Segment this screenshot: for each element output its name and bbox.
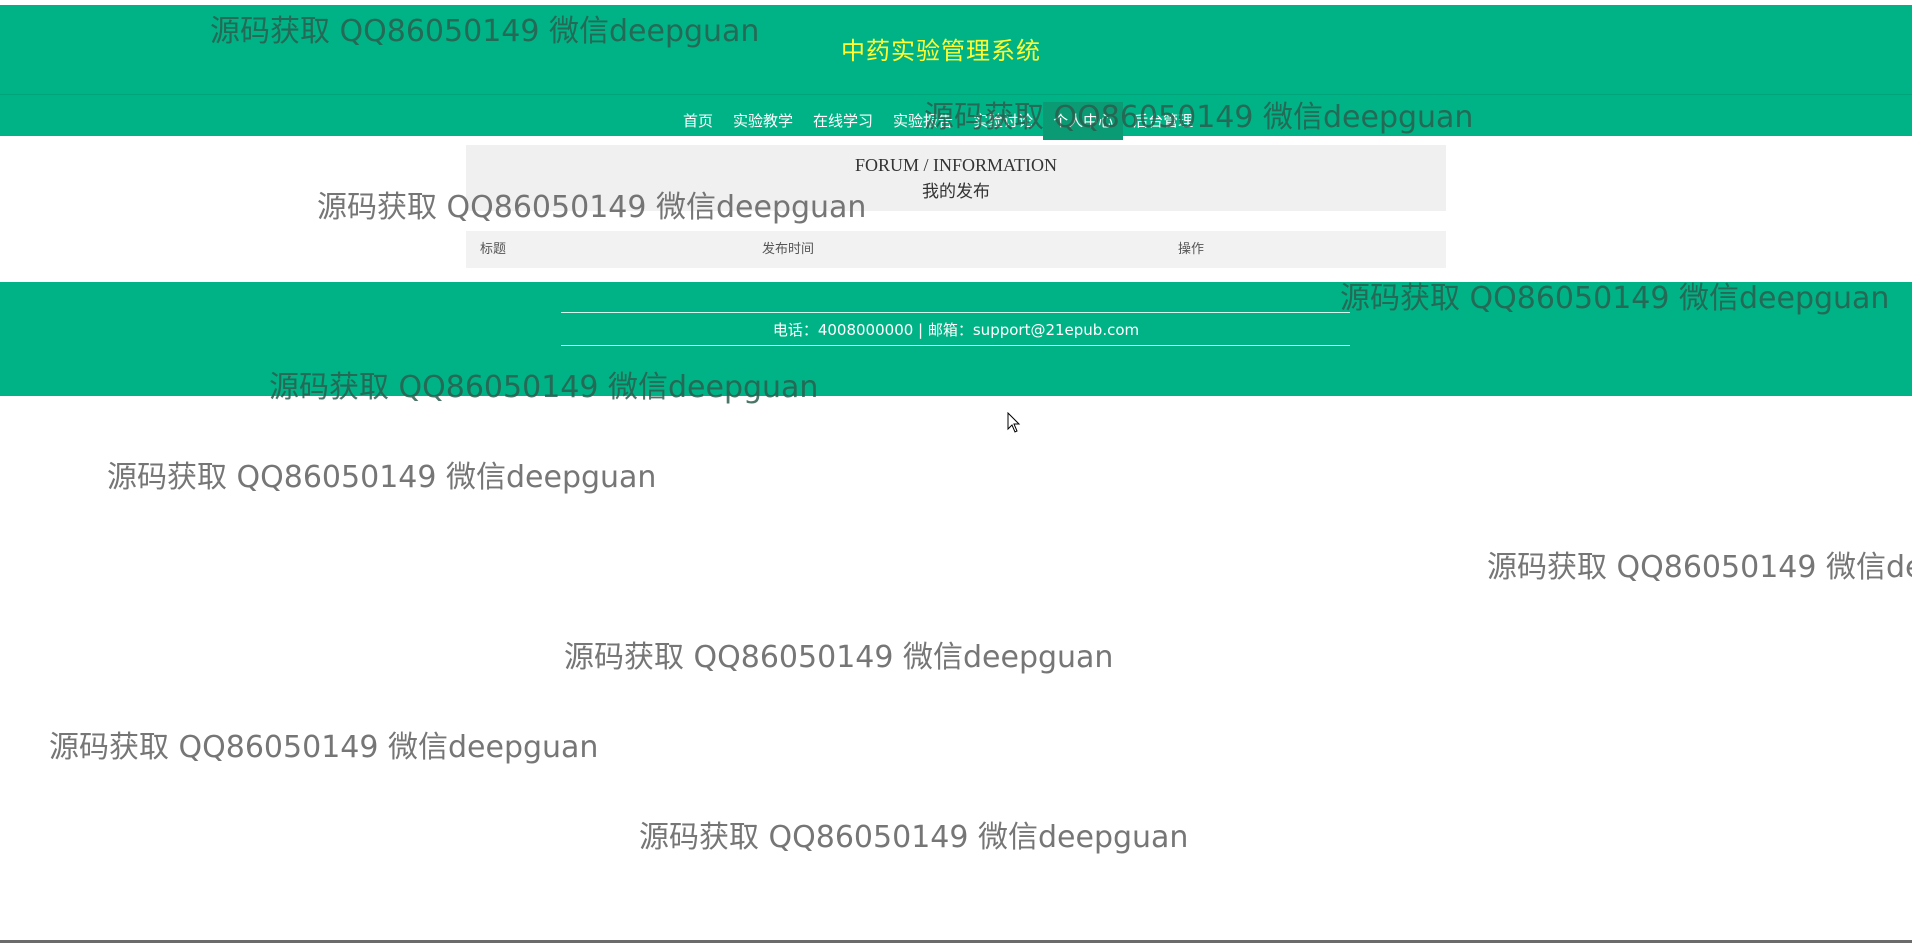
nav-item-personal-center[interactable]: 个人中心 [1043,102,1124,140]
site-header: 中药实验管理系统 首页 实验教学 在线学习 实验报告 实验讨论 个人中心 后台管… [0,5,1912,140]
watermark: 源码获取 QQ86050149 微信deepguan [269,370,819,405]
section-header: FORUM / INFORMATION 我的发布 [466,145,1446,211]
nav-item-admin[interactable]: 后台管理 [1123,102,1203,140]
bottom-border [0,940,1912,943]
column-header-publish-time: 发布时间 [762,242,815,257]
watermark: 源码获取 QQ86050149 微信deepguan [1487,550,1912,585]
table-header: 标题 发布时间 操作 [466,231,1446,268]
watermark: 源码获取 QQ86050149 微信deepguan [1340,281,1890,316]
footer-divider-top [561,312,1350,313]
nav-item-experiment-report[interactable]: 实验报告 [883,102,963,140]
site-footer: 电话：4008000000 | 邮箱：support@21epub.com 源码… [0,281,1912,405]
nav-item-home[interactable]: 首页 [673,102,723,140]
column-header-title: 标题 [480,242,507,257]
column-header-actions: 操作 [1178,242,1205,257]
watermark: 源码获取 QQ86050149 微信deepguan [564,640,1114,675]
watermark: 源码获取 QQ86050149 微信deepguan [107,460,657,495]
mouse-cursor-icon [1007,412,1021,433]
watermark: 源码获取 QQ86050149 微信deepguan [49,730,599,765]
nav-item-experiment-teaching[interactable]: 实验教学 [723,102,803,140]
footer-divider-bottom [561,345,1350,346]
main-nav: 首页 实验教学 在线学习 实验报告 实验讨论 个人中心 后台管理 [673,102,1203,140]
section-title-cn: 我的发布 [922,182,990,202]
header-divider [0,94,1912,95]
nav-item-online-learning[interactable]: 在线学习 [803,102,883,140]
watermark: 源码获取 QQ86050149 微信deepguan [639,820,1189,855]
nav-item-experiment-discussion[interactable]: 实验讨论 [963,102,1043,140]
section-title-en: FORUM / INFORMATION [854,155,1058,175]
site-title: 中药实验管理系统 [841,37,1041,65]
footer-contact: 电话：4008000000 | 邮箱：support@21epub.com [772,321,1140,339]
